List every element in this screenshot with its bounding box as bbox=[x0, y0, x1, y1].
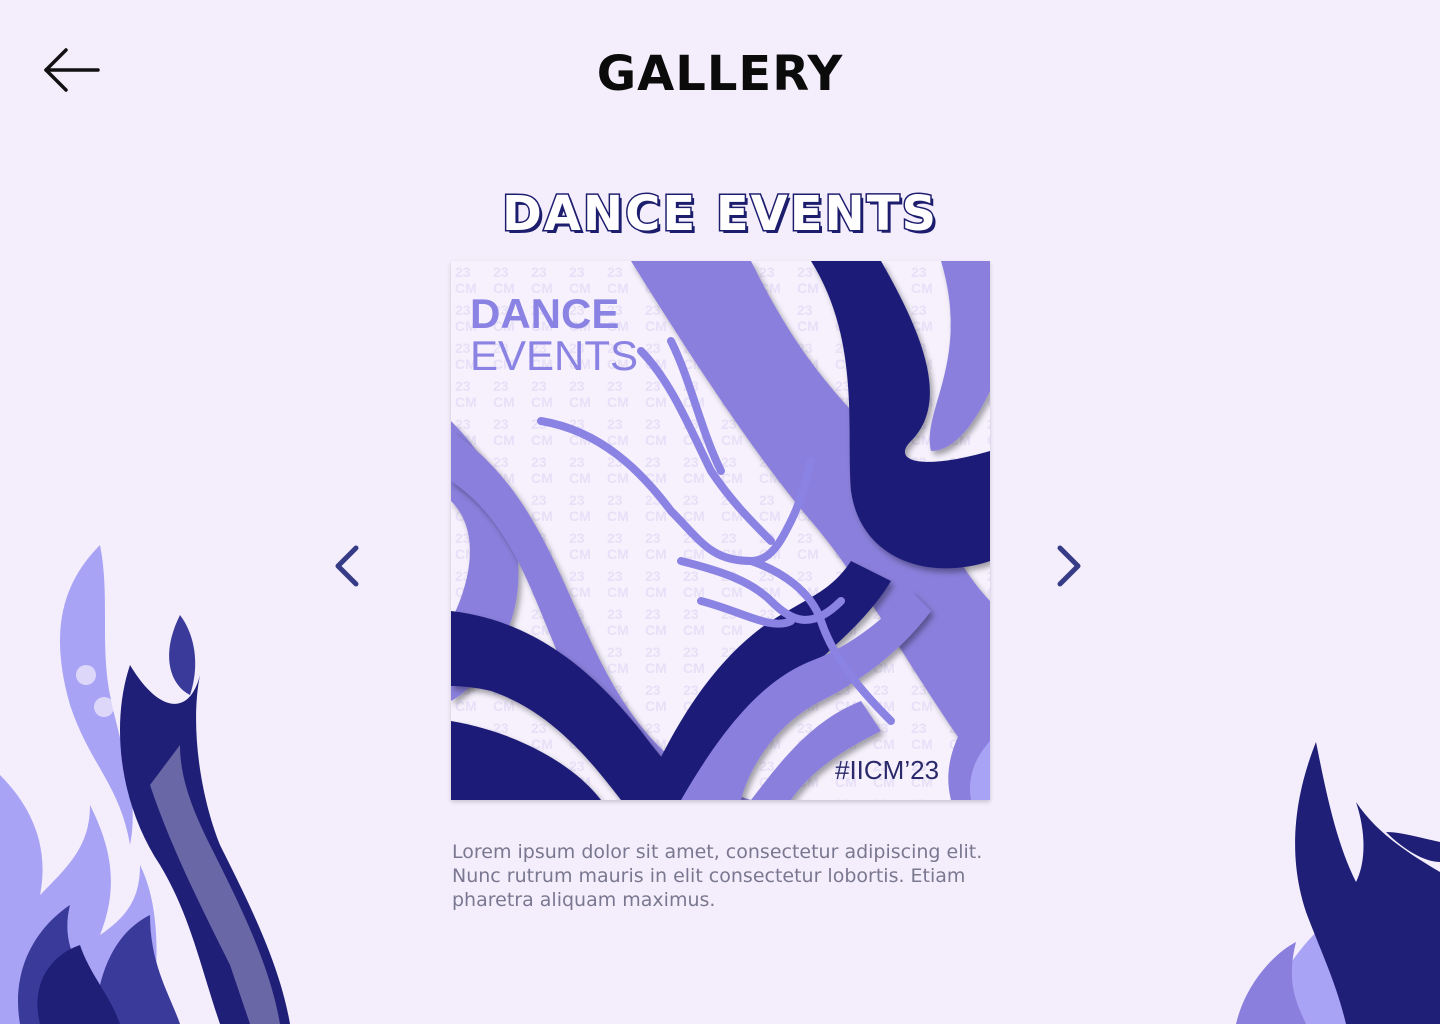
gallery-image[interactable]: 23 CM bbox=[451, 261, 990, 800]
poster-title-line2: EVENTS bbox=[470, 332, 639, 379]
poster-title-line1: DANCE bbox=[470, 290, 620, 337]
chevron-right-icon bbox=[1057, 545, 1081, 587]
poster-hashtag: #IICM’23 bbox=[835, 755, 940, 785]
gallery-page: GALLERY DANCE EVENTS 23 CM bbox=[0, 0, 1440, 1024]
page-title: GALLERY bbox=[596, 46, 844, 102]
section-title: DANCE EVENTS bbox=[500, 185, 939, 244]
flame-decoration-left bbox=[0, 545, 290, 1024]
image-description: Lorem ipsum dolor sit amet, consectetur … bbox=[452, 841, 983, 911]
carousel-next-button[interactable] bbox=[1048, 540, 1088, 592]
flame-decoration-right bbox=[1236, 742, 1440, 1024]
carousel-prev-button[interactable] bbox=[328, 540, 368, 592]
chevron-left-icon bbox=[335, 545, 359, 587]
